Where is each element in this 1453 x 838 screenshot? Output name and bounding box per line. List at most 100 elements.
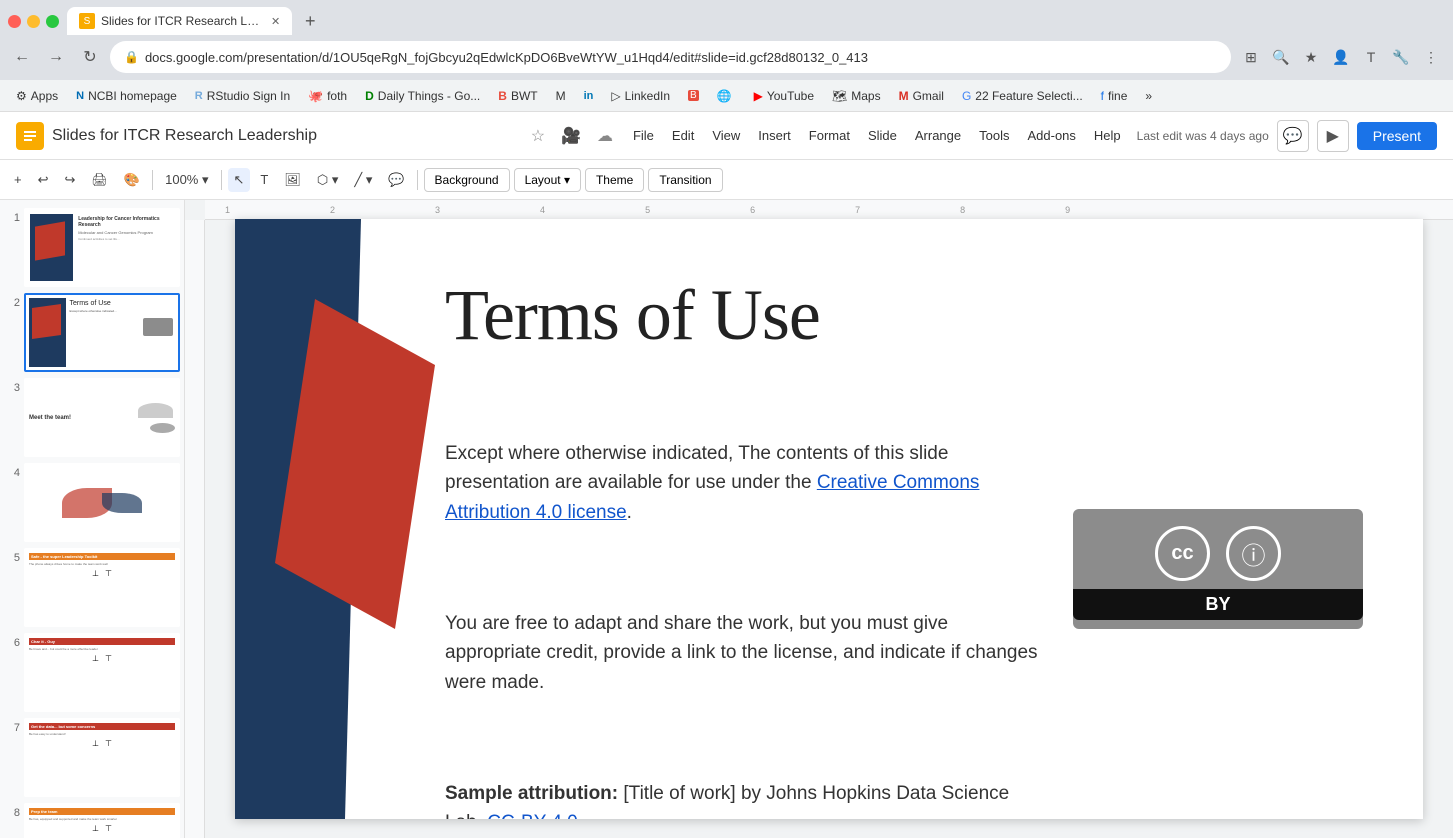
bookmark-ncbi[interactable]: N NCBI homepage — [68, 86, 185, 106]
slide-thumbnail-2[interactable]: Terms of Use Except where otherwise indi… — [24, 293, 180, 372]
present-button[interactable]: Present — [1357, 122, 1437, 150]
menu-tools[interactable]: Tools — [971, 124, 1017, 147]
close-button[interactable] — [8, 15, 21, 28]
bookmark-gmail[interactable]: M Gmail — [891, 86, 952, 106]
cloud-icon[interactable]: ☁ — [597, 126, 613, 146]
slide-num-5: 5 — [4, 548, 20, 564]
bookmark-youtube[interactable]: ▶ YouTube — [746, 86, 822, 106]
slide-thumbnail-4[interactable] — [24, 463, 180, 542]
menu-file[interactable]: File — [625, 124, 662, 147]
gmail-icon: M — [899, 89, 909, 103]
reload-button[interactable]: ↻ — [76, 43, 104, 71]
menu-addons[interactable]: Add-ons — [1019, 124, 1083, 147]
bookmark-fine[interactable]: f fine — [1093, 86, 1136, 106]
comment-tool[interactable]: 💬 — [382, 168, 410, 192]
menu-help[interactable]: Help — [1086, 124, 1129, 147]
menu-edit[interactable]: Edit — [664, 124, 702, 147]
extensions2-icon[interactable]: 🔧 — [1387, 43, 1415, 71]
menu-icon[interactable]: ⋮ — [1417, 43, 1445, 71]
daily-icon: D — [365, 89, 374, 103]
theme-button[interactable]: Theme — [585, 168, 644, 192]
add-slide-button[interactable]: + — [8, 168, 28, 191]
tab-close-icon[interactable]: ✕ — [271, 15, 280, 28]
youtube-icon: ▶ — [754, 89, 763, 103]
cursor-tool[interactable]: ↖ — [228, 168, 251, 192]
camera-icon[interactable]: 🎥 — [561, 126, 581, 146]
bookmark-app[interactable]: ▷ LinkedIn — [603, 86, 678, 106]
redo-button[interactable]: ↪ — [59, 168, 82, 192]
slide-thumbnail-8[interactable]: Prep the team Be has, equipped and suppo… — [24, 803, 180, 838]
separator3 — [417, 170, 418, 190]
slide-thumb-5[interactable]: 5 Safe - the super Leadership Toolkit Th… — [4, 548, 180, 627]
background-button[interactable]: Background — [424, 168, 510, 192]
bookmark-rstudio[interactable]: R RStudio Sign In — [187, 86, 298, 106]
layout-button[interactable]: Layout ▾ — [514, 168, 581, 192]
slide-thumb-7[interactable]: 7 Get the data... but some concerns Be h… — [4, 718, 180, 797]
slide-thumb-1[interactable]: 1 Leadership for Cancer Informatics Rese… — [4, 208, 180, 287]
text-tool[interactable]: T — [254, 168, 274, 191]
lock-icon: 🔒 — [124, 50, 139, 64]
slide-thumb-6[interactable]: 6 Char it - Guy Be brave and... but coul… — [4, 633, 180, 712]
url-bar[interactable]: 🔒 docs.google.com/presentation/d/1OU5qeR… — [110, 41, 1231, 73]
paint-format-button[interactable]: 🎨 — [118, 168, 146, 192]
slideshow-icon[interactable]: ▶ — [1317, 120, 1349, 152]
thumb-content-1: Leadership for Cancer Informatics Resear… — [26, 210, 178, 285]
print-button[interactable]: 🖨 — [85, 168, 114, 192]
extensions-icon[interactable]: ⊞ — [1237, 43, 1265, 71]
slide-thumbnail-7[interactable]: Get the data... but some concerns Be has… — [24, 718, 180, 797]
profile-icon[interactable]: 👤 — [1327, 43, 1355, 71]
zoom-icon[interactable]: 🔍 — [1267, 43, 1295, 71]
slide-title: Terms of Use — [445, 274, 820, 357]
last-edit-text: Last edit was 4 days ago — [1137, 129, 1269, 143]
more-bookmarks[interactable]: » — [1137, 86, 1160, 106]
line-tool[interactable]: ╱ ▾ — [348, 168, 378, 192]
shape-tool[interactable]: ⬡ ▾ — [311, 168, 345, 192]
menu-format[interactable]: Format — [801, 124, 858, 147]
image-tool[interactable]: 🖼 — [278, 168, 307, 192]
bookmark-daily[interactable]: D Daily Things - Go... — [357, 86, 488, 106]
app-title: Slides for ITCR Research Leadership — [52, 127, 519, 145]
slide-body-para1: Except where otherwise indicated, The co… — [445, 439, 1043, 527]
slides-panel: 1 Leadership for Cancer Informatics Rese… — [0, 200, 185, 838]
slide-thumb-2[interactable]: 2 Terms of Use Except where otherwise in… — [4, 293, 180, 372]
undo-button[interactable]: ↩ — [32, 168, 55, 192]
cc-link-2[interactable]: CC-BY 4.0 — [487, 812, 577, 819]
bookmark-apps[interactable]: ⚙ Apps — [8, 86, 66, 106]
bookmark-wei[interactable]: 🌐 — [709, 86, 744, 106]
active-tab[interactable]: S Slides for ITCR Research Lead... ✕ — [67, 7, 292, 35]
slide-num-4: 4 — [4, 463, 20, 479]
slide-thumbnail-3[interactable]: Meet the team! — [24, 378, 180, 457]
bookmark-m[interactable]: M — [548, 86, 574, 106]
back-button[interactable]: ← — [8, 43, 36, 71]
separator1 — [152, 170, 153, 190]
transition-button[interactable]: Transition — [648, 168, 722, 192]
comment-icon[interactable]: 💬 — [1277, 120, 1309, 152]
forward-button[interactable]: → — [42, 43, 70, 71]
bookmark-b2[interactable]: B — [680, 87, 707, 104]
slide-thumb-4[interactable]: 4 — [4, 463, 180, 542]
slide-thumb-8[interactable]: 8 Prep the team Be has, equipped and sup… — [4, 803, 180, 838]
bookmark-maps[interactable]: 🗺 Maps — [824, 86, 889, 106]
ruler-horizontal: 1 2 3 4 5 6 7 8 9 — [205, 200, 1453, 220]
maximize-button[interactable] — [46, 15, 59, 28]
slide-thumbnail-5[interactable]: Safe - the super Leadership Toolkit The … — [24, 548, 180, 627]
bookmark-bwt[interactable]: B BWT — [490, 86, 545, 106]
slide-thumbnail-1[interactable]: Leadership for Cancer Informatics Resear… — [24, 208, 180, 287]
star-icon[interactable]: ☆ — [531, 126, 545, 146]
bookmark-22feature[interactable]: G 22 Feature Selecti... — [954, 86, 1091, 106]
bookmark-linkedin[interactable]: in — [576, 87, 602, 105]
new-tab-button[interactable]: + — [296, 7, 324, 35]
slide-num-3: 3 — [4, 378, 20, 394]
zoom-button[interactable]: 100% ▾ — [159, 168, 214, 192]
topeka-icon[interactable]: T — [1357, 43, 1385, 71]
slide-num-1: 1 — [4, 208, 20, 224]
slide-thumb-3[interactable]: 3 Meet the team! — [4, 378, 180, 457]
bookmark-foth[interactable]: 🐙 foth — [300, 86, 355, 106]
menu-insert[interactable]: Insert — [750, 124, 799, 147]
menu-slide[interactable]: Slide — [860, 124, 905, 147]
menu-view[interactable]: View — [704, 124, 748, 147]
menu-arrange[interactable]: Arrange — [907, 124, 969, 147]
minimize-button[interactable] — [27, 15, 40, 28]
bookmark-icon[interactable]: ★ — [1297, 43, 1325, 71]
slide-thumbnail-6[interactable]: Char it - Guy Be brave and... but could … — [24, 633, 180, 712]
